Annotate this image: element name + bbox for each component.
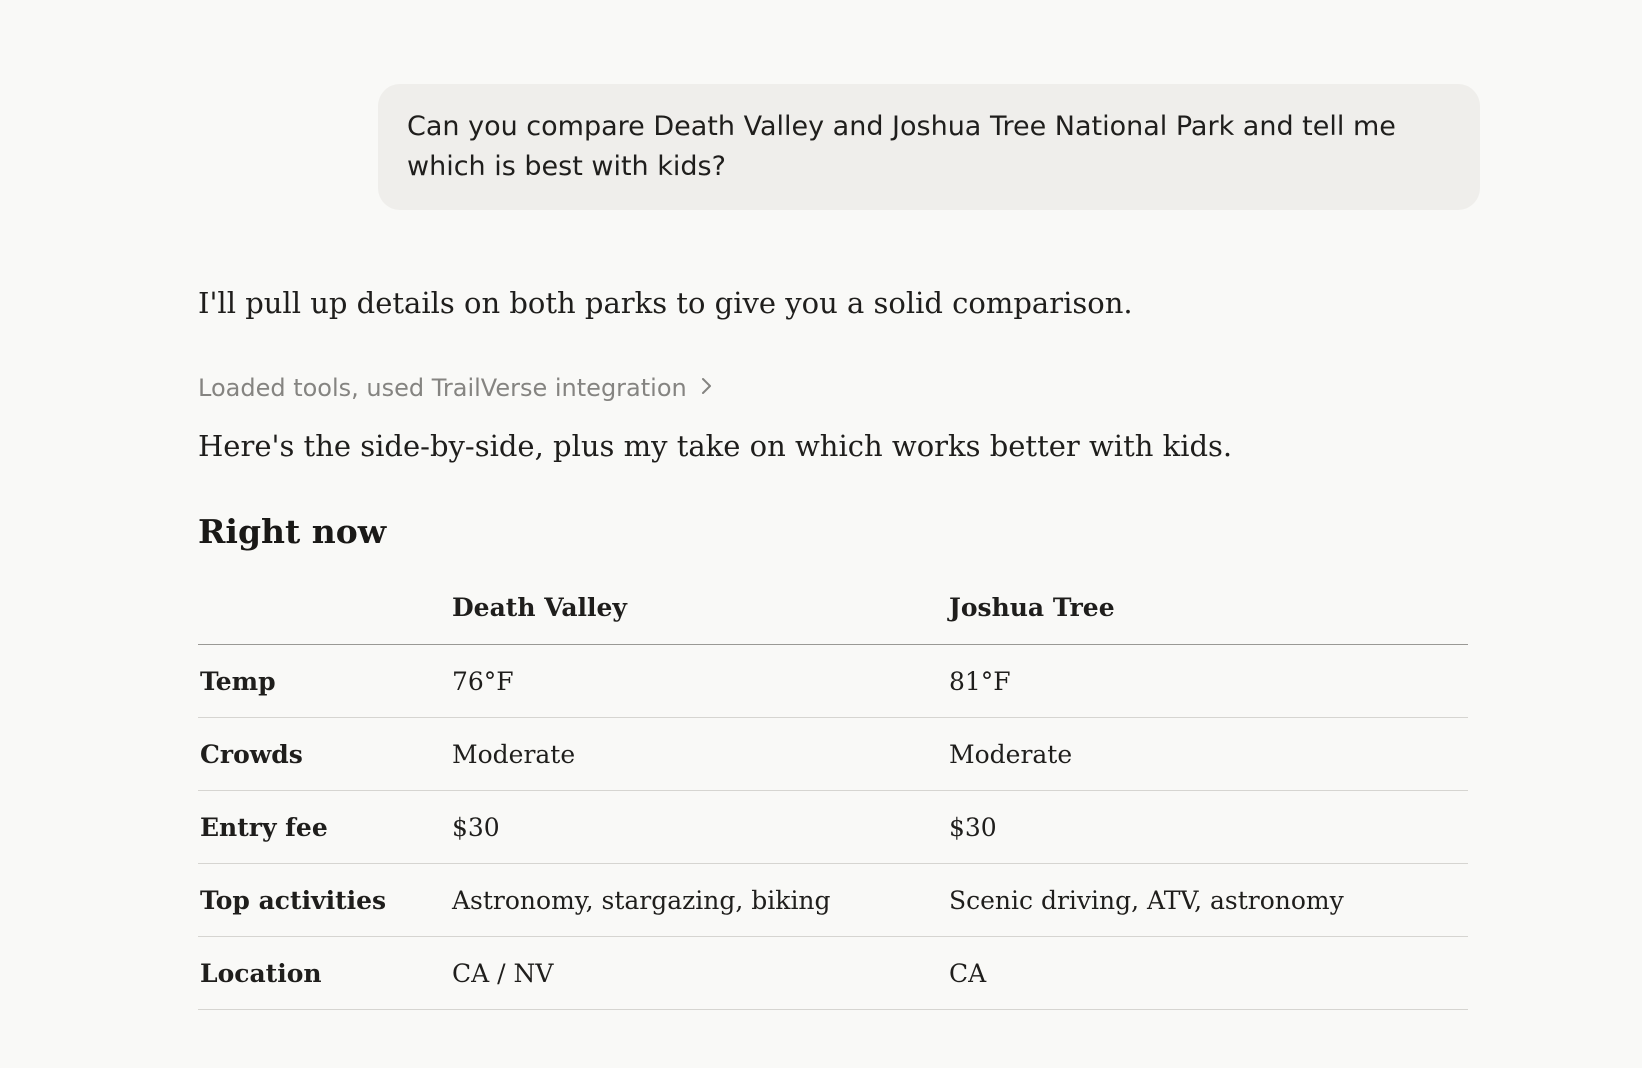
user-message-text: Can you compare Death Valley and Joshua …: [407, 111, 1396, 182]
cell-joshua-tree-entry-fee: $30: [949, 790, 1468, 864]
cell-joshua-tree-top-activities: Scenic driving, ATV, astronomy: [949, 863, 1468, 937]
section-heading: Right now: [198, 512, 387, 551]
column-header-joshua-tree: Joshua Tree: [949, 570, 1468, 645]
user-message-bubble: Can you compare Death Valley and Joshua …: [378, 84, 1480, 210]
cell-death-valley-crowds: Moderate: [452, 717, 949, 791]
row-label-location: Location: [198, 936, 452, 1010]
comparison-table: Death Valley Joshua Tree Temp 76°F 81°F …: [198, 570, 1468, 1010]
cell-death-valley-temp: 76°F: [452, 644, 949, 718]
column-header-empty: [198, 570, 452, 645]
table-row: Top activities Astronomy, stargazing, bi…: [198, 863, 1468, 937]
row-label-crowds: Crowds: [198, 717, 452, 791]
assistant-followup-text: Here's the side-by-side, plus my take on…: [198, 429, 1233, 463]
row-label-temp: Temp: [198, 644, 452, 718]
tool-status-toggle[interactable]: Loaded tools, used TrailVerse integratio…: [198, 372, 713, 404]
cell-death-valley-top-activities: Astronomy, stargazing, biking: [452, 863, 949, 937]
table-row: Entry fee $30 $30: [198, 790, 1468, 864]
assistant-intro-text: I'll pull up details on both parks to gi…: [198, 286, 1133, 320]
table-row: Temp 76°F 81°F: [198, 644, 1468, 718]
cell-joshua-tree-location: CA: [949, 936, 1468, 1010]
column-header-death-valley: Death Valley: [452, 570, 949, 645]
table-row: Crowds Moderate Moderate: [198, 717, 1468, 791]
cell-death-valley-location: CA / NV: [452, 936, 949, 1010]
cell-joshua-tree-temp: 81°F: [949, 644, 1468, 718]
cell-death-valley-entry-fee: $30: [452, 790, 949, 864]
row-label-entry-fee: Entry fee: [198, 790, 452, 864]
table-header-row: Death Valley Joshua Tree: [198, 570, 1468, 645]
row-label-top-activities: Top activities: [198, 863, 452, 937]
chevron-right-icon: [701, 372, 713, 404]
tool-status-label: Loaded tools, used TrailVerse integratio…: [198, 374, 687, 402]
cell-joshua-tree-crowds: Moderate: [949, 717, 1468, 791]
table-row: Location CA / NV CA: [198, 936, 1468, 1010]
